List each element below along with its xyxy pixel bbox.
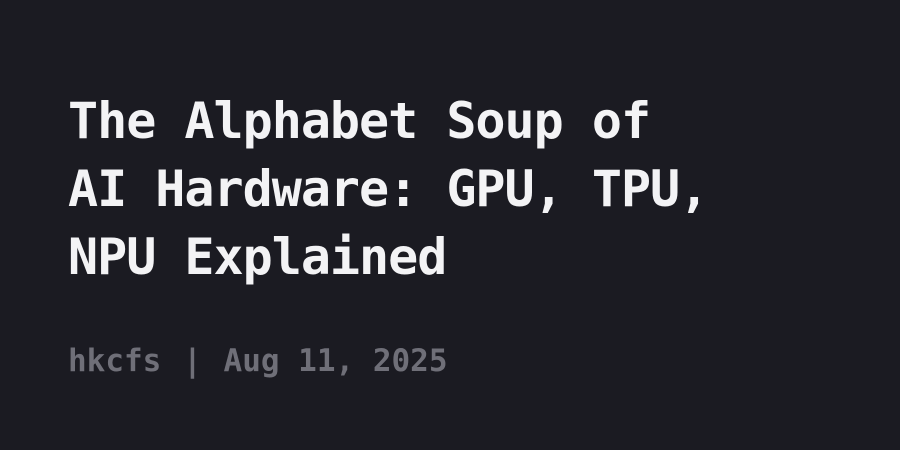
post-card: The Alphabet Soup of AI Hardware: GPU, T… <box>0 0 900 450</box>
post-date: Aug 11, 2025 <box>223 343 448 379</box>
post-title: The Alphabet Soup of AI Hardware: GPU, T… <box>68 87 868 291</box>
post-byline: hkcfs | Aug 11, 2025 <box>68 339 448 383</box>
byline-separator: | <box>183 343 202 379</box>
post-author: hkcfs <box>68 343 162 379</box>
post-title-line: AI Hardware: GPU, TPU, <box>68 160 709 218</box>
post-title-line: The Alphabet Soup of <box>68 92 651 150</box>
post-title-line: NPU Explained <box>68 228 447 286</box>
